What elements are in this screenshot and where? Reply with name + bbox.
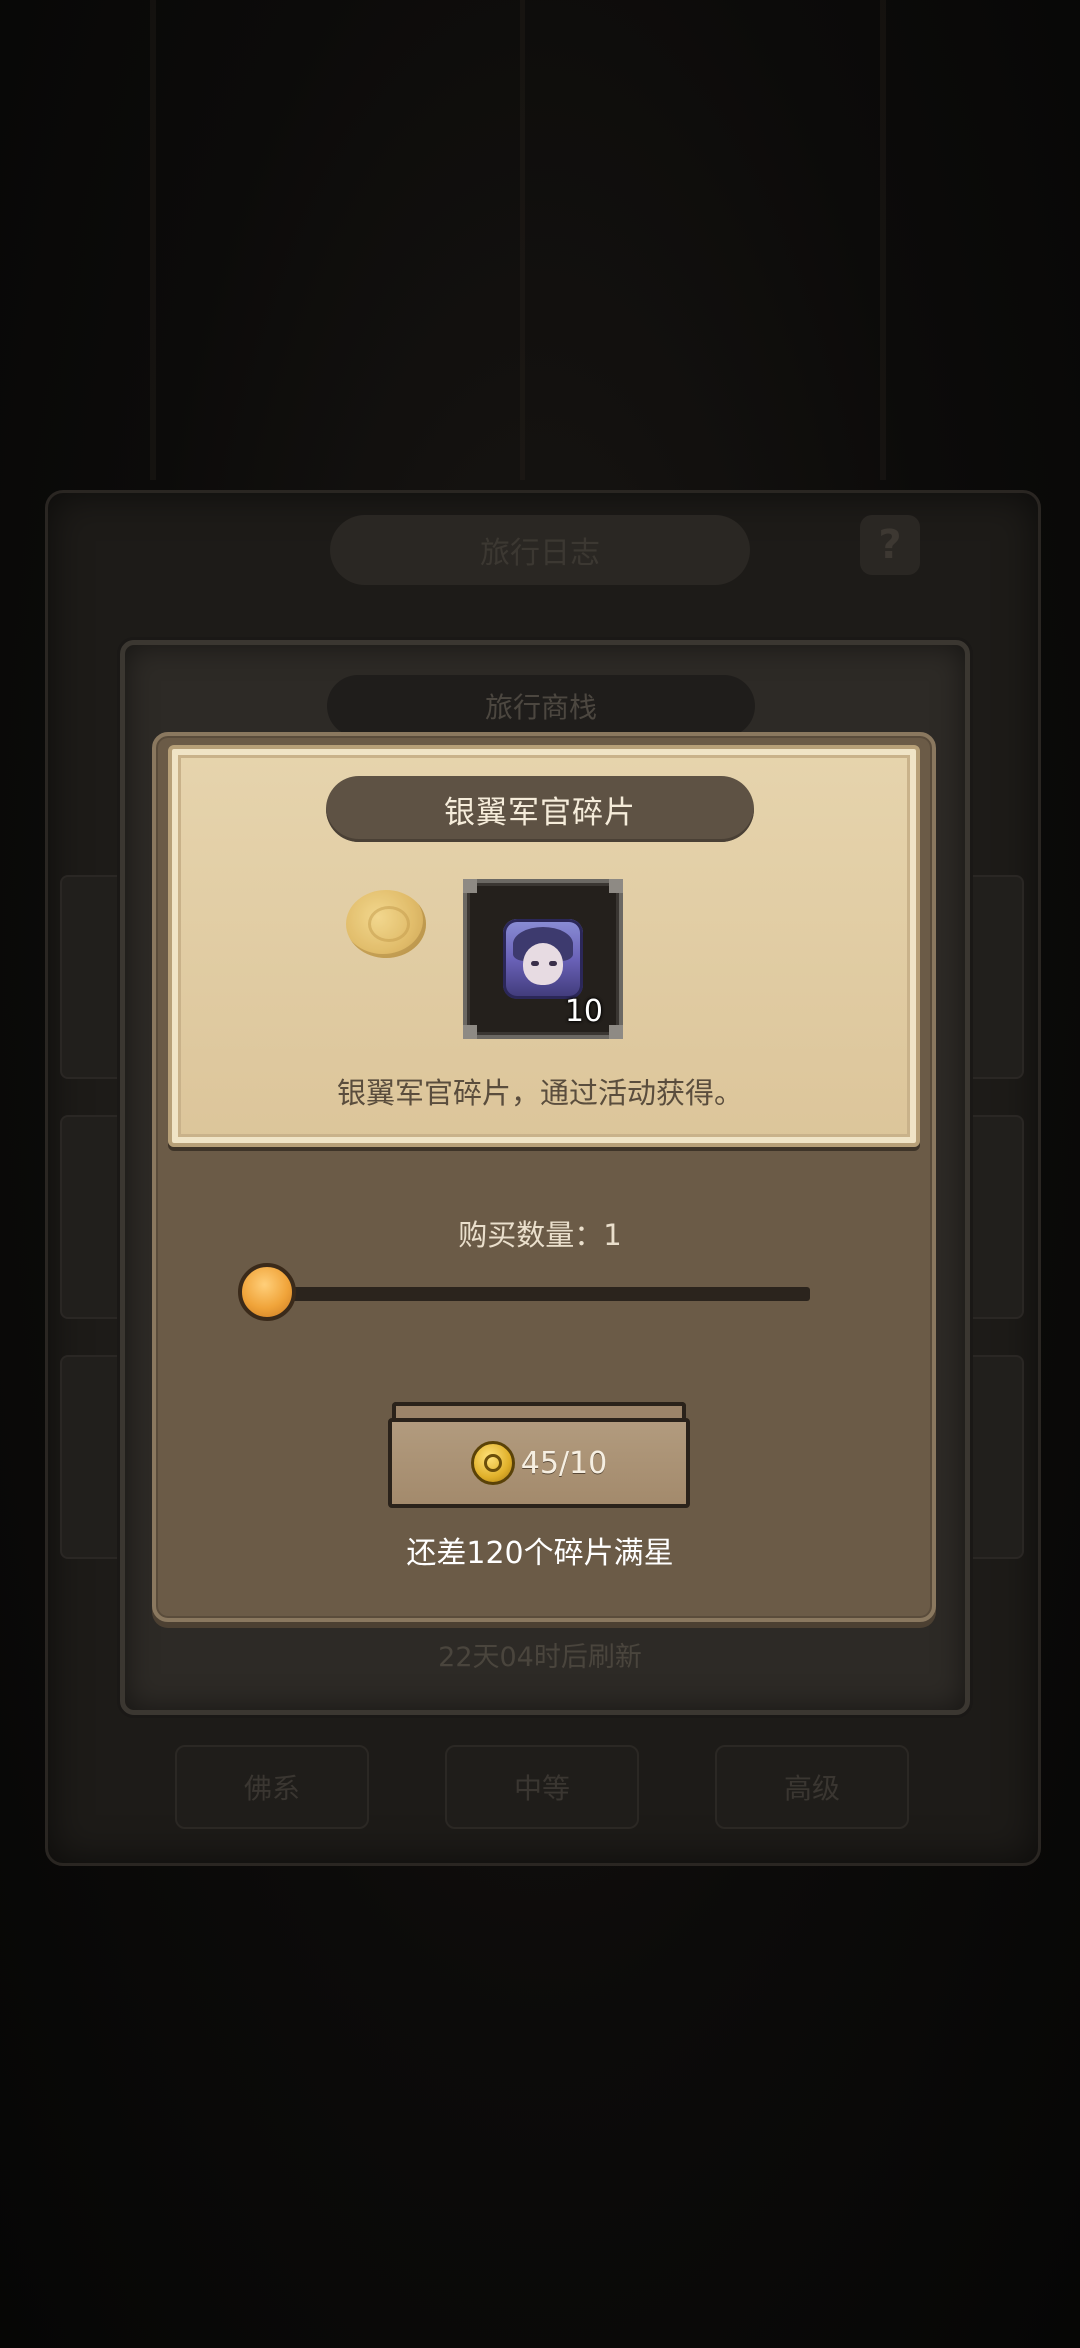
portrait-face bbox=[523, 943, 563, 985]
shards-remaining-text: 还差120个碎片满星 bbox=[406, 1536, 674, 1571]
frame-corner-icon bbox=[609, 1025, 623, 1039]
quantity-slider-thumb[interactable] bbox=[238, 1263, 296, 1321]
frame-corner-icon bbox=[609, 879, 623, 893]
item-description: 银翼军官碎片，通过活动获得。 bbox=[336, 1076, 743, 1110]
frame-corner-icon bbox=[463, 1025, 477, 1039]
tab-easy[interactable]: 佛系 bbox=[175, 1745, 369, 1829]
item-count: 10 bbox=[564, 994, 603, 1029]
shop-refresh-timer: 22天04时后刷新 bbox=[438, 1642, 642, 1673]
tab-hard[interactable]: 高级 bbox=[715, 1745, 909, 1829]
travel-log-title: 旅行日志 bbox=[330, 515, 750, 585]
question-mark-icon[interactable]: ? bbox=[860, 515, 920, 575]
officer-portrait-icon bbox=[503, 919, 583, 999]
medal-coin-icon bbox=[470, 1441, 515, 1485]
buy-button[interactable]: 45/10 bbox=[388, 1402, 690, 1510]
background-decoration bbox=[150, 0, 156, 480]
quantity-label: 购买数量：1 bbox=[458, 1218, 622, 1252]
tab-medium[interactable]: 中等 bbox=[445, 1745, 639, 1829]
item-slot: 10 bbox=[463, 879, 623, 1039]
portrait-eye bbox=[549, 961, 557, 966]
price-text: 45/10 bbox=[520, 1445, 608, 1481]
buy-button-board[interactable]: 45/10 bbox=[388, 1418, 690, 1508]
shop-title: 旅行商栈 bbox=[327, 675, 755, 737]
quantity-slider-track[interactable] bbox=[262, 1287, 810, 1301]
item-name-plate: 银翼军官碎片 bbox=[326, 776, 754, 842]
frame-corner-icon bbox=[463, 879, 477, 893]
item-name: 银翼军官碎片 bbox=[444, 794, 636, 831]
game-screen: 旅行日志 ? 佛系 中等 高级 旅行商栈 22天04时后刷新 银翼军官碎片 10… bbox=[0, 0, 1080, 2348]
portrait-eye bbox=[531, 961, 539, 966]
background-decoration bbox=[880, 0, 886, 480]
coin-icon bbox=[346, 890, 426, 958]
background-decoration bbox=[520, 0, 525, 480]
